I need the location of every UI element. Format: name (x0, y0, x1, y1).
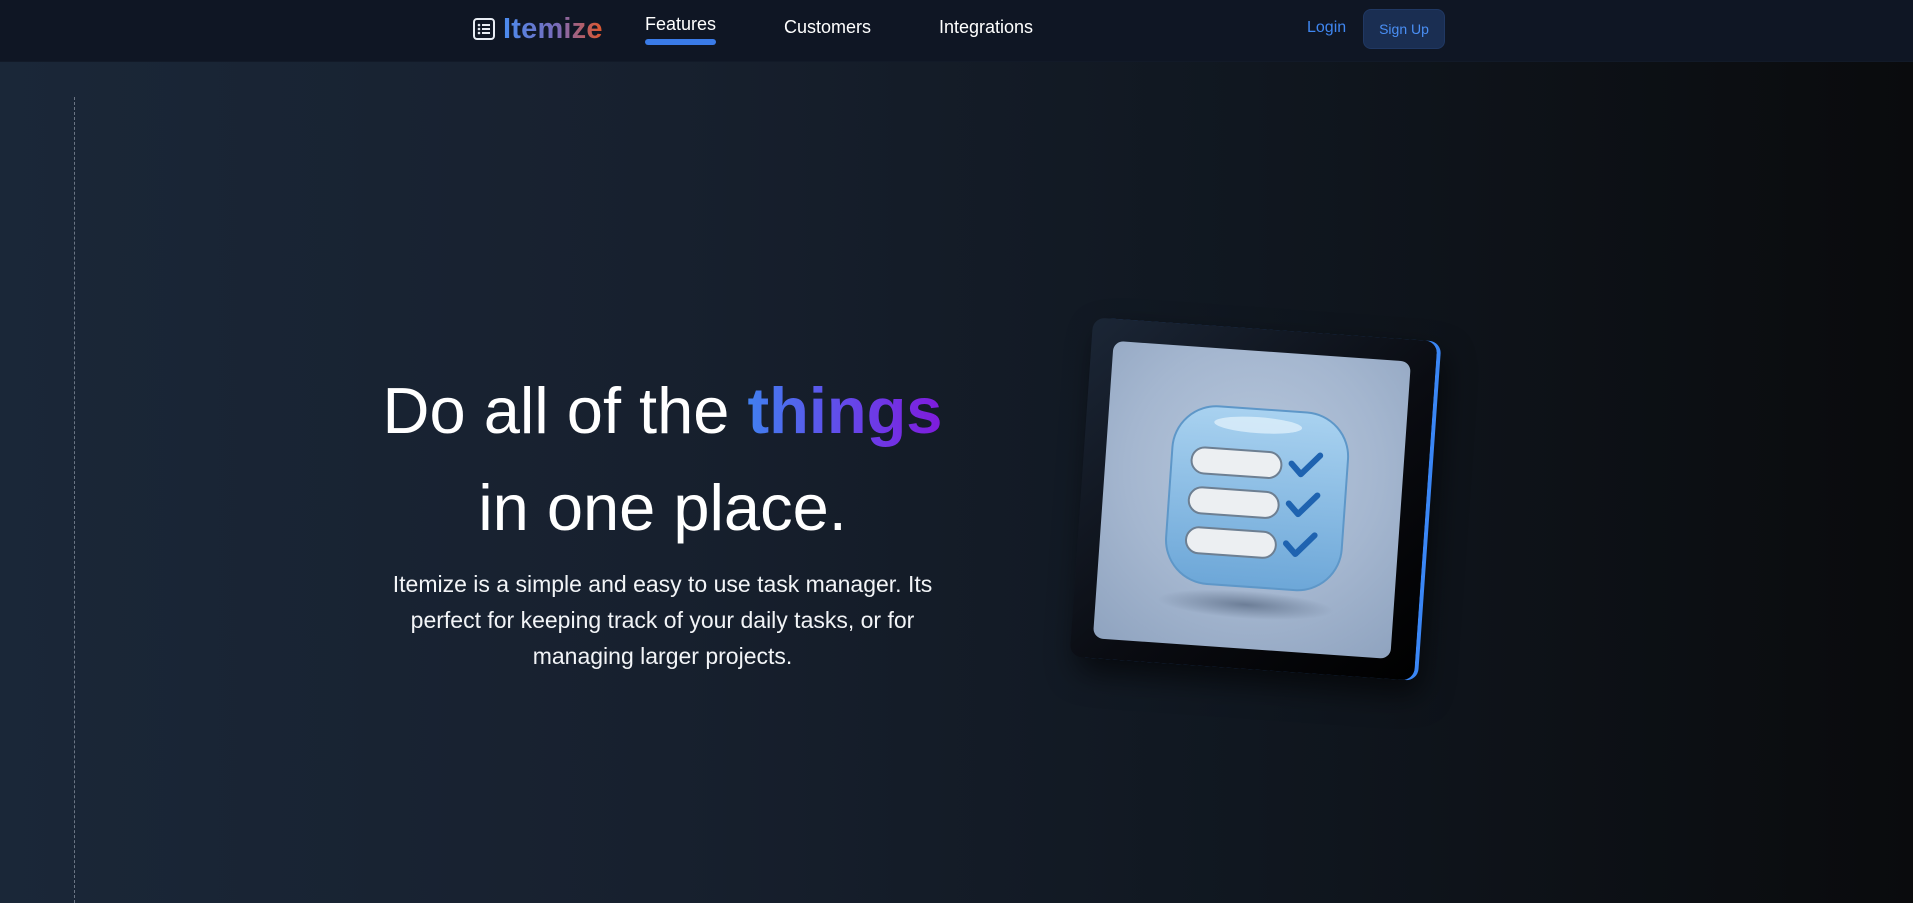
list-icon (471, 16, 497, 42)
hero-title-start: Do all of the (382, 374, 748, 447)
nav-features[interactable]: Features (645, 14, 716, 35)
landing-page: Itemize Features Customers Integrations … (0, 0, 1913, 903)
hero-title-accent: things (747, 374, 943, 447)
hero-subtitle: Itemize is a simple and easy to use task… (392, 571, 933, 669)
hero-illustration (1069, 317, 1438, 681)
login-link[interactable]: Login (1307, 19, 1346, 37)
hero-title-end: in one place. (478, 471, 847, 544)
top-navbar: Itemize Features Customers Integrations … (0, 0, 1913, 62)
nav-integrations[interactable]: Integrations (939, 17, 1033, 38)
illustration-frame (1069, 317, 1438, 681)
nav-customers[interactable]: Customers (784, 17, 871, 38)
signup-button[interactable]: Sign Up (1363, 9, 1445, 49)
brand-logo[interactable]: Itemize (471, 10, 603, 48)
hero-title: Do all of the things in one place. (330, 362, 995, 556)
decorative-dashed-line (74, 97, 75, 903)
checklist-icon (1093, 341, 1411, 659)
brand-name: Itemize (503, 12, 603, 45)
nav-active-indicator (645, 39, 716, 45)
illustration-image (1092, 340, 1411, 659)
